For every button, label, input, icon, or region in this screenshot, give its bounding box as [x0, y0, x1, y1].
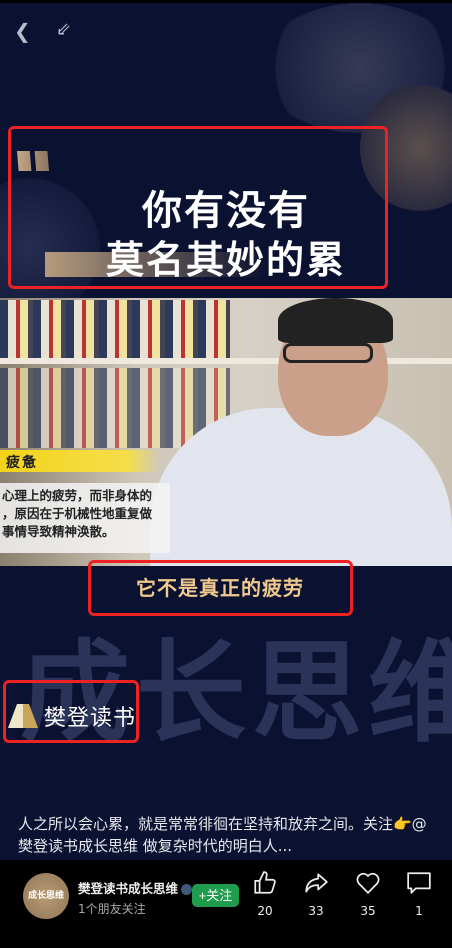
info-line: 心理上的疲劳，而非身体的	[2, 488, 153, 503]
comment-count: 1	[415, 904, 423, 918]
topic-banner: 疲惫	[0, 450, 160, 472]
share-count: 33	[308, 904, 324, 918]
favorite-button[interactable]: 35	[348, 870, 388, 918]
info-box: 心理上的疲劳，而非身体的 ，原因在于机械性地重复做 事情导致精神涣散。	[0, 483, 170, 553]
thumbs-up-icon	[254, 871, 276, 894]
highlight-box-title	[8, 126, 388, 289]
author-name-text: 樊登读书成长思维	[78, 881, 179, 896]
info-line: ，原因在于机械性地重复做	[2, 506, 153, 521]
info-line: 事情导致精神涣散。	[2, 524, 115, 539]
comment-bubble-icon	[407, 872, 431, 894]
highlight-box-logo	[3, 680, 139, 743]
exit-fullscreen-icon[interactable]: ⇙	[56, 19, 71, 40]
speaker-glasses	[283, 343, 373, 363]
bottom-bar: 成长思维 樊登读书成长思维 1个朋友关注 +关注 20 33 35 1	[0, 860, 452, 948]
heart-icon	[356, 872, 380, 894]
highlight-box-subtitle	[88, 560, 353, 616]
share-arrow-icon	[305, 873, 328, 893]
friends-following: 1个朋友关注	[78, 902, 146, 916]
favorite-count: 35	[360, 904, 376, 918]
share-button[interactable]: 33	[296, 870, 336, 918]
comment-button[interactable]: 1	[399, 870, 439, 918]
author-avatar[interactable]: 成长思维	[23, 873, 69, 919]
verified-icon	[181, 884, 193, 895]
follow-button[interactable]: +关注	[192, 884, 239, 907]
video-player[interactable]: ❮ ⇙ 你有没有 莫名其妙的累 疲惫 心理上的疲劳，而非身体的 ，原因在于机械性…	[0, 3, 452, 860]
speaker-hair	[278, 298, 393, 343]
like-count: 20	[257, 904, 273, 918]
video-frame: 疲惫 心理上的疲劳，而非身体的 ，原因在于机械性地重复做 事情导致精神涣散。	[0, 298, 452, 566]
like-button[interactable]: 20	[245, 870, 285, 918]
author-name[interactable]: 樊登读书成长思维	[78, 878, 193, 897]
video-caption[interactable]: 人之所以会心累，就是常常徘徊在坚持和放弃之间。关注👉@樊登读书成长思维 做复杂时…	[18, 813, 438, 857]
back-icon[interactable]: ❮	[14, 19, 31, 43]
bookshelf	[0, 300, 230, 358]
